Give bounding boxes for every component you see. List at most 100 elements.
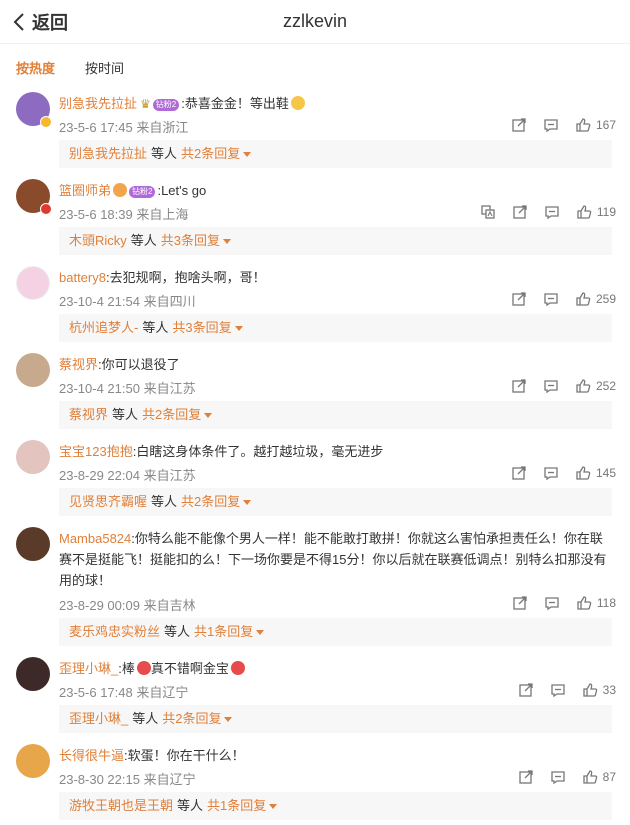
share-button[interactable] bbox=[511, 378, 527, 394]
replies-preview[interactable]: 游牧王朝也是王朝 等人 共1条回复 bbox=[59, 792, 612, 820]
comment-icon bbox=[550, 771, 565, 785]
replies-preview[interactable]: 别急我先拉扯 等人 共2条回复 bbox=[59, 140, 612, 168]
like-button[interactable]: 118 bbox=[576, 595, 616, 611]
thumbs-up-icon bbox=[576, 379, 591, 393]
username-link[interactable]: 别急我先拉扯 bbox=[59, 96, 137, 111]
username-link[interactable]: Mamba5824 bbox=[59, 531, 131, 546]
comment-text: 蔡视界:你可以退役了 bbox=[59, 354, 610, 375]
username-link[interactable]: battery8 bbox=[59, 270, 106, 285]
comment-button[interactable] bbox=[543, 465, 559, 481]
reply-username[interactable]: 游牧王朝也是王朝 bbox=[69, 798, 173, 813]
share-button[interactable] bbox=[512, 595, 528, 611]
comment-button[interactable] bbox=[543, 291, 559, 307]
chevron-down-icon bbox=[269, 804, 278, 810]
comment-body: :棒 bbox=[118, 661, 135, 676]
comment-body: :你特么能不能像个男人一样！能不能敢打敢拼！你就这么害怕承担责任么！你在联赛不是… bbox=[59, 531, 607, 588]
like-button[interactable]: 252 bbox=[575, 378, 616, 394]
avatar[interactable] bbox=[16, 92, 52, 128]
replies-preview[interactable]: 见贤思齐霸喔 等人 共2条回复 bbox=[59, 488, 612, 516]
tab-sort-time[interactable]: 按时间 bbox=[85, 58, 124, 77]
thumbs-up-icon bbox=[577, 596, 592, 610]
comment-button[interactable] bbox=[544, 595, 560, 611]
thumbs-up-icon bbox=[582, 770, 597, 784]
like-count: 87 bbox=[602, 770, 616, 784]
reply-count[interactable]: 共1条回复 bbox=[207, 798, 266, 813]
share-button[interactable] bbox=[511, 291, 527, 307]
avatar[interactable] bbox=[16, 657, 50, 691]
reply-sep: 等人 bbox=[130, 233, 157, 248]
username-link[interactable]: 篮圈师弟 bbox=[59, 183, 111, 198]
comment-meta: 23-8-29 22:04 来自江苏 bbox=[59, 468, 196, 483]
reply-username[interactable]: 杭州追梦人- bbox=[69, 320, 138, 335]
replies-preview[interactable]: 杭州追梦人- 等人 共3条回复 bbox=[59, 314, 612, 342]
reply-count[interactable]: 共2条回复 bbox=[181, 146, 240, 161]
comment-button[interactable] bbox=[544, 204, 560, 220]
reply-count[interactable]: 共2条回复 bbox=[162, 711, 221, 726]
reply-username[interactable]: 蔡视界 bbox=[69, 407, 108, 422]
comment-body: :你可以退役了 bbox=[98, 357, 180, 372]
comment-text: Mamba5824:你特么能不能像个男人一样！能不能敢打敢拼！你就这么害怕承担责… bbox=[59, 528, 610, 591]
username-link[interactable]: 蔡视界 bbox=[59, 357, 98, 372]
replies-preview[interactable]: 木頭Ricky 等人 共3条回复 bbox=[59, 227, 612, 255]
comment-meta: 23-10-4 21:54 来自四川 bbox=[59, 294, 196, 309]
like-button[interactable]: 87 bbox=[582, 769, 616, 785]
reply-sep: 等人 bbox=[132, 711, 159, 726]
comment-button[interactable] bbox=[543, 378, 559, 394]
tab-sort-hot[interactable]: 按热度 bbox=[16, 58, 55, 77]
like-count: 119 bbox=[596, 205, 616, 219]
like-button[interactable]: 119 bbox=[576, 204, 616, 220]
comment-button[interactable] bbox=[543, 117, 559, 133]
reply-username[interactable]: 见贤思齐霸喔 bbox=[69, 494, 147, 509]
comment-meta: 23-10-4 21:50 来自江苏 bbox=[59, 381, 196, 396]
reply-count[interactable]: 共2条回复 bbox=[181, 494, 240, 509]
like-button[interactable]: 33 bbox=[582, 682, 616, 698]
reply-username[interactable]: 木頭Ricky bbox=[69, 233, 127, 248]
fan-badge: 钻粉2 bbox=[152, 98, 180, 111]
reply-count[interactable]: 共3条回复 bbox=[172, 320, 231, 335]
thumbs-up-icon bbox=[577, 205, 592, 219]
comment-button[interactable] bbox=[550, 682, 566, 698]
reply-count[interactable]: 共2条回复 bbox=[142, 407, 201, 422]
replies-preview[interactable]: 歪理小琳_ 等人 共2条回复 bbox=[59, 705, 612, 733]
share-button[interactable] bbox=[511, 117, 527, 133]
reply-count[interactable]: 共1条回复 bbox=[194, 624, 253, 639]
thumbs-up-icon bbox=[582, 683, 597, 697]
avatar[interactable] bbox=[16, 440, 50, 474]
page-title: zzlkevin bbox=[282, 11, 348, 31]
replies-preview[interactable]: 麦乐鸡忠实粉丝 等人 共1条回复 bbox=[59, 618, 612, 646]
share-button[interactable] bbox=[512, 204, 528, 220]
share-icon bbox=[518, 683, 533, 697]
reply-username[interactable]: 歪理小琳_ bbox=[69, 711, 128, 726]
avatar[interactable] bbox=[16, 527, 50, 561]
username-link[interactable]: 宝宝123抱抱 bbox=[59, 444, 133, 459]
username-link[interactable]: 长得很牛逼 bbox=[59, 748, 124, 763]
comment-body: :恭喜金金！等出鞋 bbox=[181, 96, 289, 111]
reply-count[interactable]: 共3条回复 bbox=[161, 233, 220, 248]
like-button[interactable]: 145 bbox=[575, 465, 616, 481]
like-count: 118 bbox=[596, 596, 616, 610]
share-button[interactable] bbox=[518, 769, 534, 785]
comment-actions: 252 bbox=[495, 378, 616, 394]
reply-username[interactable]: 别急我先拉扯 bbox=[69, 146, 147, 161]
share-button[interactable] bbox=[518, 682, 534, 698]
avatar[interactable] bbox=[16, 744, 50, 778]
comment-actions: 119 bbox=[464, 204, 616, 220]
avatar[interactable] bbox=[16, 353, 50, 387]
share-button[interactable] bbox=[511, 465, 527, 481]
translate-button[interactable] bbox=[480, 204, 496, 220]
chevron-down-icon bbox=[223, 239, 232, 245]
comment-meta: 23-8-29 00:09 来自吉林 bbox=[59, 598, 196, 613]
avatar-image bbox=[16, 527, 50, 561]
replies-preview[interactable]: 蔡视界 等人 共2条回复 bbox=[59, 401, 612, 429]
comment-button[interactable] bbox=[550, 769, 566, 785]
username-link[interactable]: 歪理小琳_ bbox=[59, 661, 118, 676]
like-button[interactable]: 167 bbox=[575, 117, 616, 133]
chevron-down-icon bbox=[243, 152, 252, 158]
avatar[interactable] bbox=[16, 179, 52, 215]
like-button[interactable]: 259 bbox=[575, 291, 616, 307]
top-bar: 返回 zzlkevin bbox=[0, 0, 630, 44]
reply-username[interactable]: 麦乐鸡忠实粉丝 bbox=[69, 624, 160, 639]
avatar[interactable] bbox=[16, 266, 50, 300]
comment-text: 长得很牛逼:软蛋！你在干什么！ bbox=[59, 745, 610, 766]
reply-sep: 等人 bbox=[151, 146, 178, 161]
